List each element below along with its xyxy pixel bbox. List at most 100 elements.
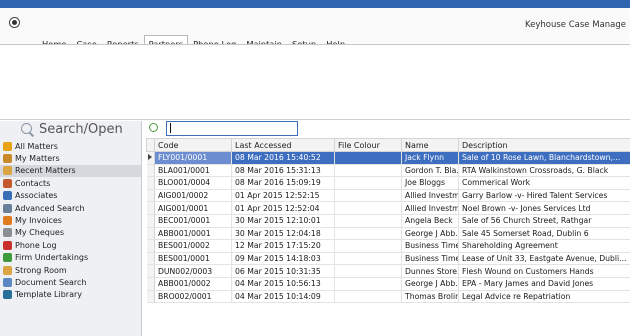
table-row[interactable]: BRO002/0001 04 Mar 2015 10:14:09 Thomas Br…: [146, 290, 630, 304]
table-row[interactable]: ABB001/0002 04 Mar 2015 10:56:13 George J …: [146, 277, 630, 291]
cell-code: BRO002/0001: [154, 290, 232, 304]
cell-code: BLA001/0001: [154, 164, 232, 178]
sidebar-item-label: Advanced Search: [15, 203, 85, 213]
cell-code: ABB001/0002: [154, 277, 232, 291]
invoices-icon: [3, 216, 12, 226]
sidebar-item-label: Phone Log: [15, 240, 57, 250]
cell-code: BLO001/0004: [154, 176, 232, 190]
table-row[interactable]: BLO001/0004 08 Mar 2016 15:09:19 Joe Blogg…: [146, 176, 630, 190]
column-header-last-accessed[interactable]: Last Accessed: [231, 138, 335, 152]
cell-name: Allied Investm...: [401, 201, 459, 215]
row-indicator: [146, 290, 155, 304]
cell-file-colour: [334, 214, 402, 228]
matters-grid: Code Last Accessed File Colour Name Descript…: [146, 138, 630, 304]
cell-file-colour: [334, 239, 402, 253]
row-indicator: [146, 151, 155, 165]
cell-code: ABB001/0001: [154, 227, 232, 241]
sidebar-item-advanced-search[interactable]: Advanced Search: [0, 202, 141, 214]
header-row: Code Last Accessed File Colour Name Descript…: [146, 138, 630, 152]
sidebar-item-strong-room[interactable]: Strong Room: [0, 264, 141, 276]
strong-room-icon: [3, 265, 12, 275]
column-header-name[interactable]: Name: [401, 138, 459, 152]
sidebar-item-my-invoices[interactable]: My Invoices: [0, 214, 141, 226]
row-indicator: [146, 214, 155, 228]
sidebar-item-label: My Matters: [15, 154, 60, 164]
column-header-description[interactable]: Description: [458, 138, 630, 152]
cell-description: Commerical Work: [458, 176, 630, 190]
cell-file-colour: [334, 252, 402, 266]
row-indicator: [146, 264, 155, 278]
cell-name: Jack Flynn: [401, 151, 459, 165]
cell-last-accessed: 08 Mar 2016 15:31:13: [231, 164, 335, 178]
cell-name: Dunnes Store...: [401, 264, 459, 278]
sidebar-item-label: Template Library: [15, 290, 83, 300]
row-indicator: [146, 201, 155, 215]
table-row[interactable]: ABB001/0001 30 Mar 2015 12:04:18 George J …: [146, 227, 630, 241]
sidebar-item-contacts[interactable]: Contacts: [0, 177, 141, 189]
search-icon: [21, 123, 32, 134]
left-panel: Search/Open All Matters My Matters Recent …: [0, 121, 142, 336]
window-top-border: [0, 0, 630, 8]
cell-description: EPA - Mary James and David Jones: [458, 277, 630, 291]
cell-file-colour: [334, 164, 402, 178]
cell-description: Lease of Unit 33, Eastgate Avenue, Dubli…: [458, 252, 630, 266]
cell-file-colour: [334, 277, 402, 291]
cell-file-colour: [334, 227, 402, 241]
cell-last-accessed: 06 Mar 2015 10:31:35: [231, 264, 335, 278]
table-row[interactable]: BLA001/0001 08 Mar 2016 15:31:13 Gordon T.…: [146, 164, 630, 178]
cell-last-accessed: 12 Mar 2015 17:15:20: [231, 239, 335, 253]
sidebar-item-label: All Matters: [15, 141, 58, 151]
sidebar-item-document-search[interactable]: Document Search: [0, 276, 141, 288]
row-indicator: [146, 227, 155, 241]
cell-description: Garry Barlow -v- Hired Talent Services: [458, 189, 630, 203]
filter-input[interactable]: [166, 121, 298, 136]
cell-last-accessed: 04 Mar 2015 10:14:09: [231, 290, 335, 304]
cell-description: Noel Brown -v- Jones Services Ltd: [458, 201, 630, 215]
cell-code: AIG001/0002: [154, 189, 232, 203]
table-row[interactable]: BES001/0001 09 Mar 2015 14:18:03 Business …: [146, 252, 630, 266]
app-logo-icon[interactable]: [9, 17, 20, 28]
table-row[interactable]: BES001/0002 12 Mar 2015 17:15:20 Business …: [146, 239, 630, 253]
sidebar-item-phone-log[interactable]: Phone Log: [0, 239, 141, 251]
sidebar-item-all-matters[interactable]: All Matters: [0, 140, 141, 152]
template-library-icon: [3, 290, 12, 300]
table-row[interactable]: FLY001/0001 08 Mar 2016 15:40:52 Jack Flyn…: [146, 151, 630, 165]
table-row[interactable]: AIG001/0001 01 Apr 2015 12:52:04 Allied In…: [146, 201, 630, 215]
table-row[interactable]: BEC001/0001 30 Mar 2015 12:10:01 Angela Be…: [146, 214, 630, 228]
sidebar-item-my-matters[interactable]: My Matters: [0, 152, 141, 164]
nav-list: All Matters My Matters Recent Matters Conta…: [0, 140, 141, 301]
cell-file-colour: [334, 264, 402, 278]
sidebar-item-template-library[interactable]: Template Library: [0, 289, 141, 301]
cell-description: Legal Advice re Repatriation: [458, 290, 630, 304]
sidebar-item-firm-undertakings[interactable]: Firm Undertakings: [0, 252, 141, 264]
cell-file-colour: [334, 151, 402, 165]
cell-last-accessed: 09 Mar 2015 14:18:03: [231, 252, 335, 266]
sidebar-item-label: My Cheques: [15, 228, 64, 238]
cell-name: Thomas Brolin: [401, 290, 459, 304]
cell-description: Shareholding Agreement: [458, 239, 630, 253]
column-header-file-colour[interactable]: File Colour: [334, 138, 402, 152]
filter-icon: [149, 123, 158, 132]
cell-file-colour: [334, 176, 402, 190]
cell-name: Business Time...: [401, 239, 459, 253]
cell-name: Angela Beck: [401, 214, 459, 228]
sidebar-item-associates[interactable]: Associates: [0, 190, 141, 202]
sidebar-item-label: Associates: [15, 191, 58, 201]
filter-row: [142, 121, 630, 137]
table-row[interactable]: DUN002/0003 06 Mar 2015 10:31:35 Dunnes St…: [146, 264, 630, 278]
column-header-code[interactable]: Code: [154, 138, 232, 152]
cell-description: Sale 45 Somerset Road, Dublin 6: [458, 227, 630, 241]
cell-name: Business Time...: [401, 252, 459, 266]
cell-description: Flesh Wound on Customers Hands: [458, 264, 630, 278]
my-matters-icon: [3, 154, 12, 164]
cell-last-accessed: 01 Apr 2015 12:52:15: [231, 189, 335, 203]
cell-name: Gordon T. Bla...: [401, 164, 459, 178]
sidebar-item-my-cheques[interactable]: My Cheques: [0, 227, 141, 239]
contacts-icon: [3, 178, 12, 188]
sidebar-item-recent-matters[interactable]: Recent Matters: [0, 164, 141, 178]
cell-code: BEC001/0001: [154, 214, 232, 228]
ribbon-area: [0, 44, 630, 120]
table-row[interactable]: AIG001/0002 01 Apr 2015 12:52:15 Allied In…: [146, 189, 630, 203]
row-indicator: [146, 189, 155, 203]
sidebar-item-label: Contacts: [15, 178, 51, 188]
